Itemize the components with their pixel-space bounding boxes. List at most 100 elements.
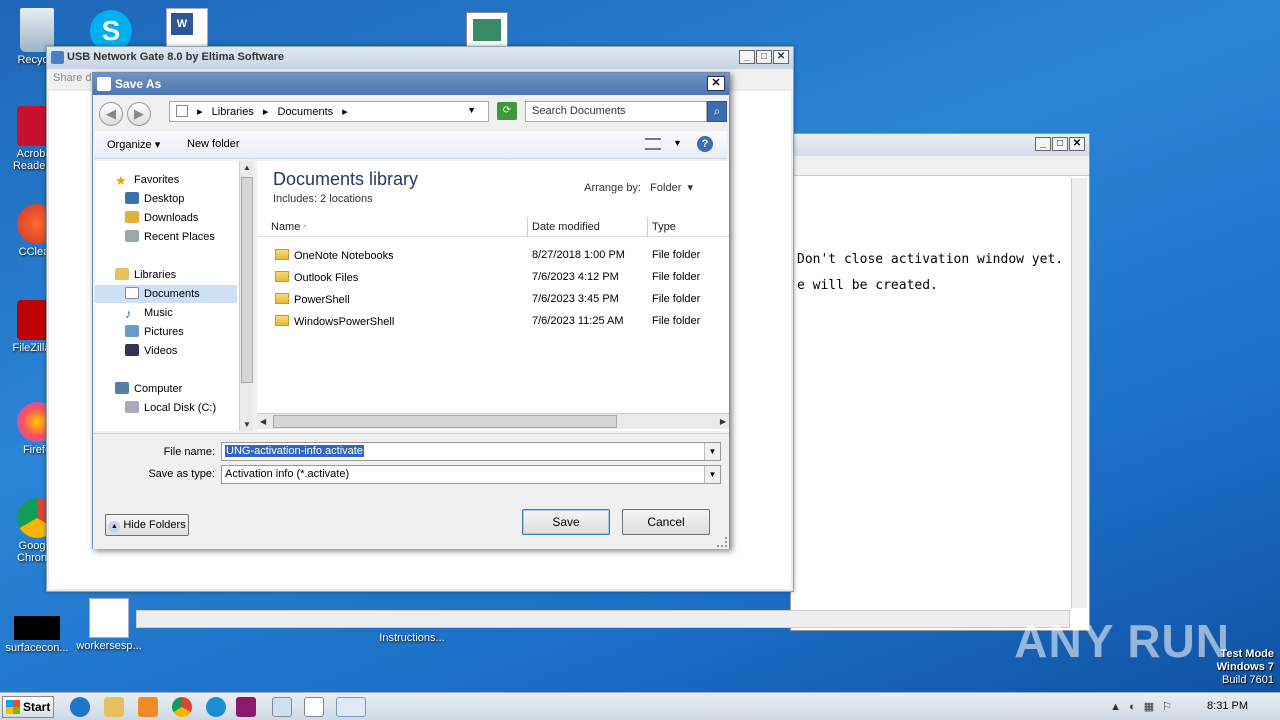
organize-button[interactable]: Organize ▾: [107, 138, 160, 151]
scroll-left-icon[interactable]: ◀: [260, 417, 266, 426]
scroll-down-icon[interactable]: ▼: [243, 420, 251, 429]
nav-favorites[interactable]: ★ Favorites: [95, 171, 237, 189]
close-button[interactable]: ✕: [773, 50, 789, 64]
star-icon: ★: [115, 173, 127, 188]
file-explorer-icon[interactable]: [104, 697, 124, 717]
network-icon[interactable]: ▦: [1144, 701, 1162, 713]
back-button[interactable]: ◀: [99, 102, 123, 126]
edge-icon[interactable]: [206, 697, 226, 717]
documents-icon: [125, 287, 139, 299]
forward-button[interactable]: ▶: [127, 102, 151, 126]
dialog-close-button[interactable]: ✕: [707, 76, 725, 91]
minimize-button[interactable]: _: [739, 50, 755, 64]
breadcrumb-documents[interactable]: Documents: [278, 106, 334, 118]
desktop-icon-instructions[interactable]: Instructions...: [374, 632, 450, 644]
address-dropdown-icon[interactable]: ▼: [467, 105, 476, 115]
view-dropdown-icon[interactable]: ▼: [673, 138, 682, 148]
breadcrumb-separator: ▸: [342, 106, 348, 118]
nav-pane-scrollbar[interactable]: ▲ ▼: [239, 161, 253, 431]
column-name[interactable]: Name ^: [271, 221, 307, 233]
show-hidden-icons-icon[interactable]: ▲: [1110, 701, 1129, 713]
scroll-up-icon[interactable]: ▲: [243, 163, 251, 172]
maximize-button[interactable]: □: [1052, 137, 1068, 151]
address-bar[interactable]: ▸ Libraries ▸ Documents ▸ ▼: [169, 101, 489, 122]
nav-recent-places[interactable]: Recent Places: [95, 228, 237, 246]
app-window-icon[interactable]: [466, 12, 508, 48]
clock[interactable]: 8:31 PM: [1207, 700, 1248, 712]
nav-documents[interactable]: Documents: [95, 285, 237, 303]
hide-folders-button[interactable]: ▲ Hide Folders: [105, 514, 189, 536]
arrange-by[interactable]: Arrange by: Folder ▾: [584, 181, 693, 194]
nav-local-disk[interactable]: Local Disk (C:): [95, 399, 237, 417]
nav-music[interactable]: ♪ Music: [95, 304, 237, 322]
view-options-icon[interactable]: [645, 138, 661, 150]
internet-explorer-icon[interactable]: [70, 697, 90, 717]
maximize-button[interactable]: □: [756, 50, 772, 64]
chevron-down-icon[interactable]: ▼: [704, 443, 720, 460]
file-row[interactable]: PowerShell 7/6/2023 3:45 PM File folder: [257, 289, 729, 311]
column-type[interactable]: Type: [652, 221, 676, 233]
usb-network-gate-task[interactable]: [336, 697, 366, 717]
media-player-icon[interactable]: [138, 697, 158, 717]
action-center-icon[interactable]: ⚐: [1162, 701, 1180, 713]
dialog-app-icon: [97, 77, 111, 91]
help-icon[interactable]: ?: [697, 136, 713, 152]
breadcrumb-separator: ▸: [262, 106, 269, 118]
window-title[interactable]: USB Network Gate 8.0 by Eltima Software …: [47, 47, 793, 69]
notepad-icon[interactable]: [272, 697, 292, 717]
desktop-icon: [125, 192, 139, 204]
minimize-button[interactable]: _: [1035, 137, 1051, 151]
breadcrumb-libraries[interactable]: Libraries: [212, 106, 254, 118]
console-line: e will be created.: [797, 278, 938, 293]
console-line: Don't close activation window yet.: [797, 252, 1064, 267]
arrange-by-value[interactable]: Folder: [650, 182, 681, 194]
resize-grip-icon[interactable]: [717, 537, 727, 547]
file-list-horizontal-scrollbar[interactable]: ◀ ▶: [257, 413, 729, 429]
file-name-value: UNG-activation-info.activate: [225, 445, 364, 457]
navigation-pane[interactable]: ★ Favorites Desktop Downloads Recent Plac…: [95, 161, 239, 431]
chevron-down-icon[interactable]: ▼: [704, 466, 720, 483]
search-input[interactable]: Search Documents: [525, 101, 707, 122]
save-as-type-label: Save as type:: [148, 468, 215, 480]
nav-videos[interactable]: Videos: [95, 342, 237, 360]
scroll-right-icon[interactable]: ▶: [720, 417, 726, 426]
winrar-icon[interactable]: [236, 697, 256, 717]
scroll-thumb[interactable]: [241, 177, 253, 383]
volume-icon[interactable]: ◐: [1129, 701, 1144, 713]
chrome-icon[interactable]: [172, 697, 192, 717]
calculator-icon[interactable]: [304, 697, 324, 717]
console-title-bar[interactable]: _ □ ✕: [791, 134, 1089, 156]
search-icon[interactable]: ⌕: [707, 101, 727, 122]
word-doc-icon[interactable]: W: [166, 8, 208, 50]
desktop-icon-workersesp[interactable]: workersesp...: [72, 598, 146, 652]
dialog-toolbar: Organize ▾ New folder ▼ ?: [95, 131, 727, 159]
desktop-icon-surfacecon[interactable]: surfacecon...: [0, 616, 74, 654]
file-name-field[interactable]: UNG-activation-info.activate ▼: [221, 442, 721, 461]
file-row[interactable]: Outlook Files 7/6/2023 4:12 PM File fold…: [257, 267, 729, 289]
library-includes[interactable]: Includes: 2 locations: [273, 193, 373, 205]
cancel-button[interactable]: Cancel: [622, 509, 710, 535]
nav-libraries[interactable]: Libraries: [95, 266, 237, 284]
vertical-scrollbar[interactable]: [1071, 178, 1087, 608]
new-folder-button[interactable]: New folder: [187, 138, 240, 150]
nav-downloads[interactable]: Downloads: [95, 209, 237, 227]
file-list-pane[interactable]: Documents library Includes: 2 locations …: [257, 161, 729, 431]
horizontal-scrollbar[interactable]: [136, 610, 1070, 628]
nav-desktop[interactable]: Desktop: [95, 190, 237, 208]
scroll-thumb[interactable]: [273, 415, 617, 428]
save-as-dialog[interactable]: Save As ✕ ◀ ▶ ▸ Libraries ▸ Documents ▸ …: [92, 72, 730, 549]
column-date-modified[interactable]: Date modified: [532, 221, 600, 233]
refresh-button[interactable]: ⟳: [497, 102, 517, 120]
close-button[interactable]: ✕: [1069, 137, 1085, 151]
dialog-title-bar[interactable]: Save As ✕: [93, 73, 729, 95]
file-row[interactable]: WindowsPowerShell 7/6/2023 11:25 AM File…: [257, 311, 729, 333]
word-doc-icon: [89, 598, 129, 638]
save-button[interactable]: Save: [522, 509, 610, 535]
address-bar-row: ◀ ▶ ▸ Libraries ▸ Documents ▸ ▼ ⟳ Search…: [95, 97, 727, 127]
start-button[interactable]: Start: [2, 696, 54, 718]
file-row[interactable]: OneNote Notebooks 8/27/2018 1:00 PM File…: [257, 245, 729, 267]
nav-computer[interactable]: Computer: [95, 380, 237, 398]
save-as-type-select[interactable]: Activation info (*.activate) ▼: [221, 465, 721, 484]
nav-pictures[interactable]: Pictures: [95, 323, 237, 341]
console-window[interactable]: _ □ ✕ Don't close activation window yet.…: [790, 133, 1090, 631]
